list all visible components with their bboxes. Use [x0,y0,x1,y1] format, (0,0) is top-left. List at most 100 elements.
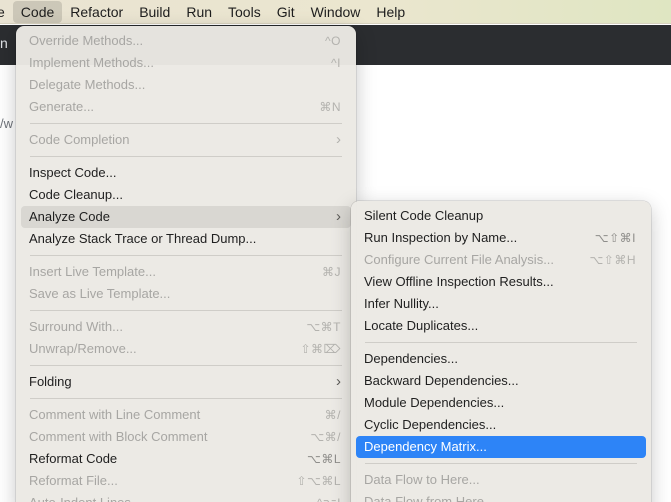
menu-separator [365,463,637,464]
menu-separator [30,365,342,366]
code-menu: Override Methods... ^O Implement Methods… [16,26,356,502]
menu-item-label: Reformat File... [29,473,118,488]
menu-separator [30,255,342,256]
menu-item-analyze-stack-trace[interactable]: Analyze Stack Trace or Thread Dump... [21,228,351,250]
chevron-right-icon: › [336,373,341,390]
menu-item-dependency-matrix[interactable]: Dependency Matrix... [356,436,646,458]
menu-item-cyclic-dependencies[interactable]: Cyclic Dependencies... [356,414,646,436]
menu-item-line-comment[interactable]: Comment with Line Comment ⌘/ [21,404,351,426]
menu-item-label: Infer Nullity... [364,296,439,311]
menu-item-run-inspection-by-name[interactable]: Run Inspection by Name... ⌥⇧⌘I [356,227,646,249]
toolbar-text-fragment: n [0,35,8,51]
menu-item-shortcut: ⌥⌘L [306,452,341,466]
menubar-item-code[interactable]: Code [12,0,63,23]
menu-item-label: Data Flow to Here... [364,472,480,487]
menu-item-locate-duplicates[interactable]: Locate Duplicates... [356,315,646,337]
menu-item-label: Locate Duplicates... [364,318,479,333]
menu-separator [30,398,342,399]
menu-item-label: Comment with Line Comment [29,407,201,422]
menu-item-folding[interactable]: Folding › [21,371,351,393]
menu-item-shortcut: ⌥⌘/ [310,430,341,444]
menu-item-label: Backward Dependencies... [364,373,519,388]
menu-item-code-cleanup[interactable]: Code Cleanup... [21,184,351,206]
menu-item-shortcut: ⌥⇧⌘H [589,253,636,267]
menu-item-label: Cyclic Dependencies... [364,417,497,432]
menu-item-label: Dependencies... [364,351,458,366]
menu-item-data-flow-to-here[interactable]: Data Flow to Here... [356,469,646,491]
menu-item-implement-methods[interactable]: Implement Methods... ^I [21,52,351,74]
menu-item-shortcut: ⌘N [319,100,341,114]
menu-item-data-flow-from-here[interactable]: Data Flow from Here... [356,491,646,502]
menu-item-label: Code Cleanup... [29,187,123,202]
menu-item-label: Run Inspection by Name... [364,230,518,245]
analyze-code-submenu: Silent Code Cleanup Run Inspection by Na… [351,201,651,502]
menu-item-label: Implement Methods... [29,55,154,70]
menu-item-generate[interactable]: Generate... ⌘N [21,96,351,118]
menubar-item-run[interactable]: Run [178,1,220,23]
menu-separator [30,156,342,157]
menu-item-label: Analyze Stack Trace or Thread Dump... [29,231,257,246]
menubar-item-help[interactable]: Help [368,1,413,23]
menubar-item-refactor[interactable]: Refactor [62,1,131,23]
menu-separator [365,342,637,343]
menu-item-shortcut: ^⌥I [317,492,341,502]
menu-item-label: Reformat Code [29,451,118,466]
menu-item-label: Folding [29,374,72,389]
menubar-item-tools[interactable]: Tools [220,1,269,23]
menu-item-silent-code-cleanup[interactable]: Silent Code Cleanup [356,205,646,227]
menubar-item-build[interactable]: Build [131,1,178,23]
menu-item-shortcut: ⌘J [322,265,341,279]
menu-item-module-dependencies[interactable]: Module Dependencies... [356,392,646,414]
menu-item-label: Analyze Code [29,209,110,224]
menu-item-label: Auto-Indent Lines [29,492,131,502]
menu-item-shortcut: ⇧⌥⌘L [296,474,341,488]
menu-item-override-methods[interactable]: Override Methods... ^O [21,30,351,52]
menu-item-label: Data Flow from Here... [364,494,495,502]
menu-item-label: Code Completion [29,132,130,147]
menu-item-label: Inspect Code... [29,165,117,180]
menu-separator [30,123,342,124]
menu-item-delegate-methods[interactable]: Delegate Methods... [21,74,351,96]
chevron-right-icon: › [336,208,341,225]
menu-item-label: Silent Code Cleanup [364,208,484,223]
menu-separator [30,310,342,311]
menu-item-shortcut: ^O [325,34,341,48]
menu-item-configure-file-analysis[interactable]: Configure Current File Analysis... ⌥⇧⌘H [356,249,646,271]
menu-item-shortcut: ⌥⌘T [306,320,341,334]
menu-item-label: Insert Live Template... [29,264,156,279]
menu-item-unwrap-remove[interactable]: Unwrap/Remove... ⇧⌘⌦ [21,338,351,360]
menu-item-label: View Offline Inspection Results... [364,274,554,289]
menu-item-shortcut: ⇧⌘⌦ [300,342,341,356]
menu-item-surround-with[interactable]: Surround With... ⌥⌘T [21,316,351,338]
menu-item-dependencies[interactable]: Dependencies... [356,348,646,370]
menu-item-reformat-code[interactable]: Reformat Code ⌥⌘L [21,448,351,470]
menu-item-shortcut: ^I [331,56,341,70]
chevron-right-icon: › [336,131,341,148]
menu-item-label: Save as Live Template... [29,286,171,301]
menu-item-label: Configure Current File Analysis... [364,252,555,267]
menu-item-backward-dependencies[interactable]: Backward Dependencies... [356,370,646,392]
menu-item-auto-indent-lines[interactable]: Auto-Indent Lines ^⌥I [21,492,351,502]
menu-item-infer-nullity[interactable]: Infer Nullity... [356,293,646,315]
menu-item-code-completion[interactable]: Code Completion › [21,129,351,151]
menubar-item-partial[interactable]: e [0,1,13,23]
editor-text-fragment: /w [0,116,13,131]
menu-item-block-comment[interactable]: Comment with Block Comment ⌥⌘/ [21,426,351,448]
menu-item-label: Surround With... [29,319,123,334]
app-menubar: e Code Refactor Build Run Tools Git Wind… [0,0,671,24]
menu-item-label: Unwrap/Remove... [29,341,137,356]
menu-item-label: Dependency Matrix... [364,439,487,454]
menu-item-save-live-template[interactable]: Save as Live Template... [21,283,351,305]
menu-item-label: Delegate Methods... [29,77,146,92]
menubar-item-window[interactable]: Window [303,1,369,23]
menu-item-label: Override Methods... [29,33,144,48]
menu-item-reformat-file[interactable]: Reformat File... ⇧⌥⌘L [21,470,351,492]
menu-item-insert-live-template[interactable]: Insert Live Template... ⌘J [21,261,351,283]
menubar-item-git[interactable]: Git [269,1,303,23]
menu-item-analyze-code[interactable]: Analyze Code › [21,206,351,228]
menu-item-inspect-code[interactable]: Inspect Code... [21,162,351,184]
menu-item-label: Comment with Block Comment [29,429,208,444]
menu-item-label: Module Dependencies... [364,395,505,410]
menu-item-label: Generate... [29,99,95,114]
menu-item-offline-inspection-results[interactable]: View Offline Inspection Results... [356,271,646,293]
